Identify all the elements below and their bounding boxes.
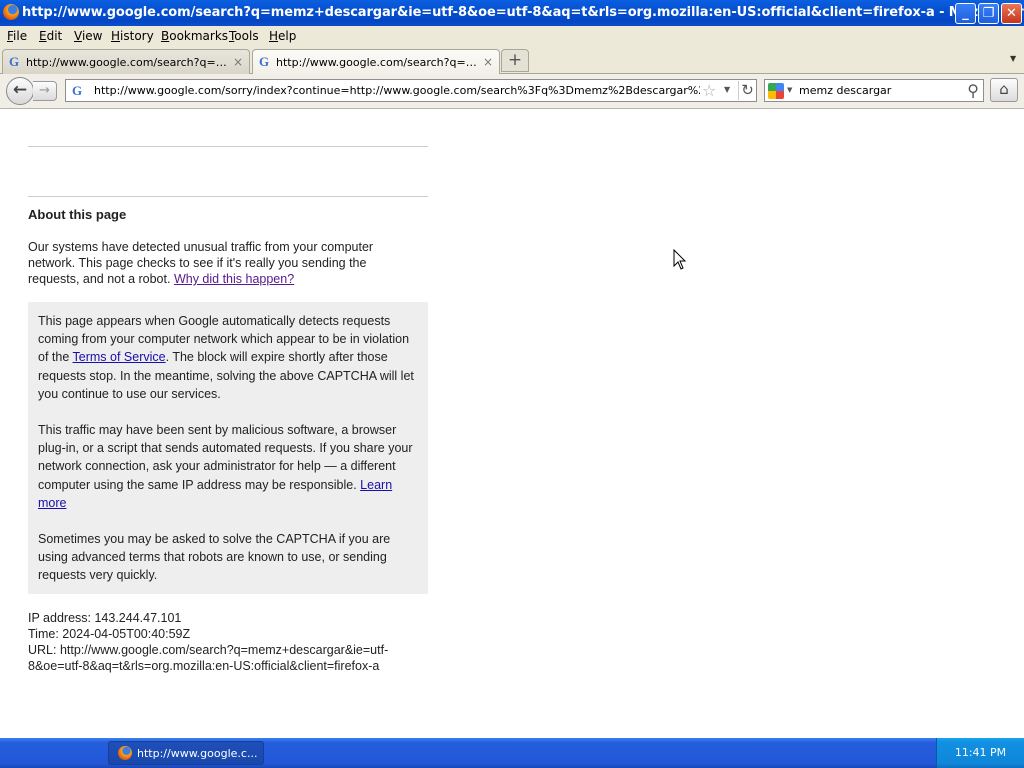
menu-file[interactable]: File (7, 29, 27, 43)
firefox-icon (118, 746, 132, 760)
tab-close-icon[interactable]: × (483, 55, 493, 69)
info-paragraph-3: Sometimes you may be asked to solve the … (38, 532, 391, 583)
firefox-icon (3, 4, 19, 20)
info-paragraph-1: This page appears when Google automatica… (38, 312, 418, 403)
menu-history[interactable]: History (111, 29, 154, 43)
start-button[interactable] (0, 738, 100, 768)
google-engine-icon[interactable] (768, 83, 784, 99)
history-dropdown-icon[interactable]: ▼ (724, 85, 730, 94)
engine-dropdown-icon[interactable]: ▼ (787, 86, 792, 94)
google-favicon-icon: G (259, 54, 270, 69)
home-button[interactable]: ⌂ (990, 78, 1018, 102)
search-input[interactable]: memz descargar (799, 84, 891, 97)
search-bar[interactable]: ▼ memz descargar ⚲ (764, 79, 984, 102)
new-tab-button[interactable]: + (501, 49, 529, 72)
request-url: URL: http://www.google.com/search?q=memz… (28, 643, 389, 673)
menu-help[interactable]: Help (269, 29, 296, 43)
info-paragraph-2: This traffic may have been sent by malic… (38, 421, 418, 512)
tab-label: http://www.google.com/search?q=memz+desc… (276, 56, 481, 69)
menu-bookmarks[interactable]: Bookmarks (161, 29, 228, 43)
window-title-bar[interactable]: http://www.google.com/search?q=memz+desc… (0, 0, 1024, 26)
bookmark-star-icon[interactable]: ☆ (702, 81, 716, 100)
back-button[interactable]: ← (6, 77, 34, 105)
mouse-cursor-icon (673, 249, 687, 270)
tab-google-search-1[interactable]: G http://www.google.com/search?q=memz+de… (2, 49, 250, 74)
terms-of-service-link[interactable]: Terms of Service (73, 350, 166, 364)
about-paragraph: Our systems have detected unusual traffi… (28, 239, 408, 287)
why-did-this-happen-link[interactable]: Why did this happen? (174, 272, 294, 286)
clock[interactable]: 11:41 PM (937, 746, 1024, 759)
divider (28, 196, 428, 197)
forward-button[interactable]: → (33, 81, 57, 101)
url-input[interactable]: http://www.google.com/sorry/index?contin… (94, 84, 700, 97)
about-heading: About this page (28, 207, 127, 222)
divider (28, 146, 428, 147)
timestamp: Time: 2024-04-05T00:40:59Z (28, 627, 191, 641)
menu-tools[interactable]: Tools (229, 29, 259, 43)
minimize-button[interactable]: _ (955, 3, 976, 24)
info-box: This page appears when Google automatica… (28, 302, 428, 594)
info-text: This traffic may have been sent by malic… (38, 423, 413, 492)
tab-google-search-2[interactable]: G http://www.google.com/search?q=memz+de… (252, 49, 500, 75)
system-tray: 11:41 PM (936, 738, 1024, 768)
ip-address: IP address: 143.244.47.101 (28, 611, 182, 625)
url-bar[interactable]: G http://www.google.com/sorry/index?cont… (65, 79, 757, 102)
google-favicon-icon: G (72, 83, 83, 98)
taskbar: http://www.google.c... 11:41 PM (0, 738, 1024, 768)
request-details: IP address: 143.244.47.101 Time: 2024-04… (28, 610, 428, 674)
menu-edit[interactable]: Edit (39, 29, 62, 43)
tab-close-icon[interactable]: × (233, 55, 243, 69)
tab-list-chevron-icon[interactable]: ▼ (1010, 54, 1016, 63)
maximize-button[interactable]: ❐ (978, 3, 999, 24)
search-icon[interactable]: ⚲ (967, 81, 979, 100)
tab-strip: G http://www.google.com/search?q=memz+de… (0, 46, 1024, 75)
menu-view[interactable]: View (74, 29, 102, 43)
page-content: About this page Our systems have detecte… (0, 109, 1024, 738)
window-title: http://www.google.com/search?q=memz+desc… (22, 5, 1024, 20)
google-favicon-icon: G (9, 54, 20, 69)
tab-label: http://www.google.com/search?q=memz+desc… (26, 56, 231, 69)
close-button[interactable]: ✕ (1001, 3, 1022, 24)
menu-bar: File Edit View History Bookmarks Tools H… (0, 26, 1024, 46)
taskbar-firefox-button[interactable]: http://www.google.c... (108, 741, 264, 765)
taskbar-label: http://www.google.c... (137, 747, 258, 760)
navigation-toolbar: ← → G http://www.google.com/sorry/index?… (0, 74, 1024, 109)
reload-icon[interactable]: ↻ (738, 81, 756, 100)
